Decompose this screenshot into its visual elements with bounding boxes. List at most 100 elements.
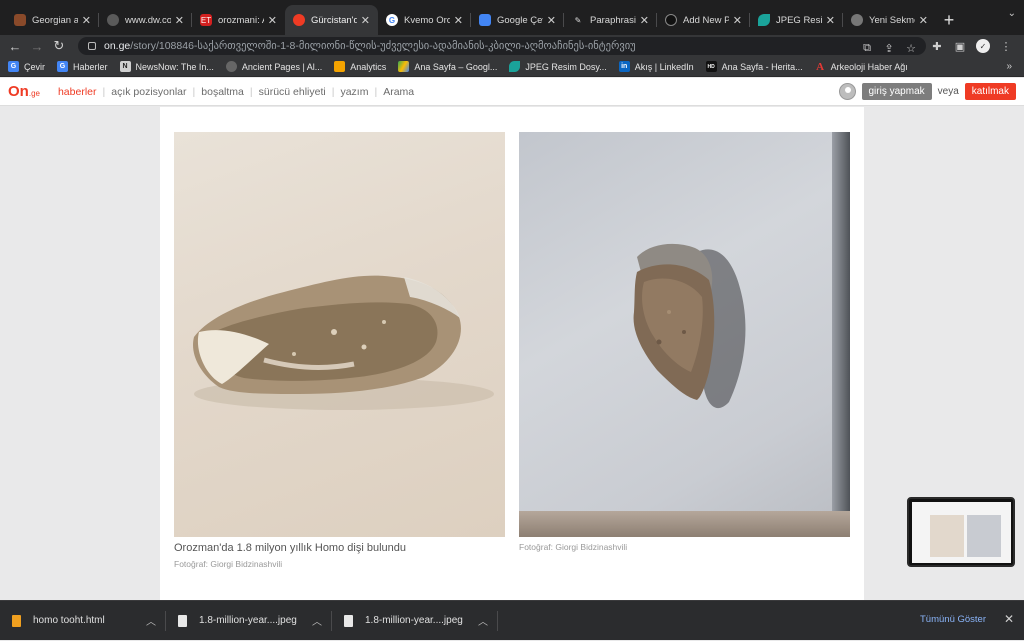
nav-search[interactable]: Arama (377, 86, 420, 98)
share-icon[interactable]: ⇪ (882, 41, 896, 55)
google-icon: G (386, 14, 398, 26)
tab-5[interactable]: Google Çevi✕ (471, 5, 564, 35)
close-tab-icon[interactable]: ✕ (175, 14, 184, 27)
side-panel-icon[interactable]: ▣ (953, 39, 967, 53)
close-tab-icon[interactable]: ✕ (454, 14, 463, 27)
download-item[interactable]: homo tooht.html ︿ (0, 601, 166, 641)
close-tab-icon[interactable]: ✕ (919, 14, 928, 27)
reload-button[interactable]: ↻ (48, 35, 70, 57)
translate-page-icon[interactable]: ⧉ (860, 41, 874, 55)
analytics-icon (334, 61, 346, 72)
user-avatar-icon[interactable] (838, 83, 856, 100)
new-tab-button[interactable]: + (936, 5, 962, 35)
tab-9[interactable]: Yeni Sekme ✕ (843, 5, 936, 35)
close-icon[interactable]: ✕ (1004, 612, 1014, 626)
more-bookmarks-icon[interactable]: » (1006, 61, 1012, 72)
bookmark-icon: HD (705, 61, 717, 72)
tooth-photo-right[interactable] (519, 132, 850, 537)
download-item[interactable]: 1.8-million-year....jpeg ︿ (332, 601, 498, 641)
file-icon (178, 614, 187, 627)
join-button[interactable]: katılmak (964, 83, 1016, 100)
tab-1[interactable]: www.dw.co ✕ (99, 5, 192, 35)
tab-7[interactable]: Add New Po✕ (657, 5, 750, 35)
browser-toolbar: ← → ↻ on.ge/story/108846-საქართველოში-1-… (0, 35, 1024, 57)
favicon-icon (293, 14, 305, 26)
download-item[interactable]: 1.8-million-year....jpeg ︿ (166, 601, 332, 641)
tab-3-active[interactable]: Gürcistan'd ✕ (285, 5, 378, 35)
bookmark-item[interactable]: G Haberler (57, 61, 108, 72)
tab-8[interactable]: JPEG Resim✕ (750, 5, 843, 35)
tab-6[interactable]: ✎Paraphrasin✕ (564, 5, 657, 35)
close-tab-icon[interactable]: ✕ (826, 14, 835, 27)
site-nav: haberler | açık pozisyonlar | boşaltma | sü… (52, 86, 420, 98)
tab-4[interactable]: GKvemo Oroz✕ (378, 5, 471, 35)
translate-icon (479, 14, 491, 26)
chrome-icon (851, 14, 863, 26)
bookmark-icon: A (816, 60, 825, 73)
lock-icon[interactable] (88, 42, 96, 50)
photo-credit-right: Fotoğraf: Giorgi Bidzinashvili (519, 542, 628, 552)
nav-news[interactable]: haberler (52, 86, 103, 98)
pip-preview (912, 502, 1011, 563)
tooth-fossil-illustration (633, 243, 746, 409)
bookmark-star-icon[interactable]: ☆ (904, 41, 918, 55)
profile-avatar-icon[interactable]: ✓ (976, 39, 990, 53)
picture-in-picture-thumbnail[interactable] (907, 497, 1015, 567)
nav-discharge[interactable]: boşaltma (195, 86, 250, 98)
url-text[interactable]: on.ge/story/108846-საქართველოში-1-8-მილი… (104, 40, 636, 52)
address-bar[interactable]: on.ge/story/108846-საქართველოში-1-8-მილი… (78, 37, 926, 55)
site-logo[interactable]: On.ge (8, 83, 40, 100)
tab-2[interactable]: ET orozmani: A ✕ (192, 5, 285, 35)
linkedin-icon: in (618, 61, 630, 72)
login-button[interactable]: giriş yapmak (861, 83, 932, 100)
close-tab-icon[interactable]: ✕ (640, 14, 649, 27)
extensions-icon[interactable]: ✚ (930, 39, 944, 53)
or-label: veya (937, 86, 959, 97)
chevron-up-icon[interactable]: ︿ (312, 613, 322, 628)
download-filename: 1.8-million-year....jpeg (365, 615, 463, 626)
chevron-up-icon[interactable]: ︿ (146, 613, 156, 628)
bookmark-item[interactable]: in Akış | LinkedIn (618, 61, 694, 72)
nav-writing[interactable]: yazım (334, 86, 374, 98)
site-header: On.ge haberler | açık pozisyonlar | boşalt… (0, 78, 1024, 106)
bookmark-item[interactable]: A Arkeoloji Haber Ağı (815, 60, 908, 73)
close-tab-icon[interactable]: ✕ (82, 14, 91, 27)
chevron-up-icon[interactable]: ︿ (478, 613, 488, 628)
menu-kebab-icon[interactable]: ⋮ (999, 39, 1013, 53)
bookmark-item[interactable]: JPEG Resim Dosy... (509, 61, 607, 72)
bookmark-item[interactable]: Analytics (334, 61, 386, 72)
bookmark-item[interactable]: Ancient Pages | Al... (225, 61, 322, 72)
close-tab-icon[interactable]: ✕ (361, 14, 370, 27)
favicon-icon (14, 14, 26, 26)
tab-0[interactable]: Georgian ar ✕ (6, 5, 99, 35)
tab-search-icon[interactable]: ⌄ (1008, 8, 1016, 19)
bookmark-item[interactable]: HD Ana Sayfa - Herita... (705, 61, 803, 72)
bookmarks-bar: G Çevir G Haberler N NewsNow: The In... Anc… (0, 57, 1024, 77)
close-tab-icon[interactable]: ✕ (547, 14, 556, 27)
nav-driving-license[interactable]: sürücü ehliyeti (253, 86, 332, 98)
show-all-downloads-link[interactable]: Tümünü Göster (920, 614, 986, 625)
close-tab-icon[interactable]: ✕ (268, 14, 277, 27)
photo-caption: Orozman'da 1.8 milyon yıllık Homo dişi b… (174, 542, 406, 554)
back-button[interactable]: ← (4, 35, 26, 57)
globe-icon (107, 14, 119, 26)
html-file-icon (12, 614, 21, 627)
close-tab-icon[interactable]: ✕ (733, 14, 742, 27)
bookmark-icon: N (119, 61, 131, 72)
leaf-icon (758, 14, 770, 26)
download-bar: homo tooht.html ︿ 1.8-million-year....jp… (0, 600, 1024, 640)
bookmark-icon: G (8, 61, 19, 72)
bookmark-item[interactable]: G Çevir (8, 61, 45, 72)
nav-open-positions[interactable]: açık pozisyonlar (105, 86, 192, 98)
tooth-photo-left[interactable] (174, 132, 505, 537)
pip-photo-right (967, 515, 1001, 557)
favicon-icon: ET (200, 14, 212, 26)
bookmark-item[interactable]: Ana Sayfa – Googl... (398, 61, 497, 72)
forward-button[interactable]: → (26, 35, 48, 57)
bookmark-icon: G (57, 61, 69, 72)
photo-credit-left: Fotoğraf: Giorgi Bidzinashvili (174, 559, 283, 569)
bookmark-item[interactable]: N NewsNow: The In... (119, 61, 214, 72)
globe-icon (225, 61, 237, 72)
tooth-fossil-illustration (193, 275, 494, 410)
drive-icon (398, 61, 410, 72)
